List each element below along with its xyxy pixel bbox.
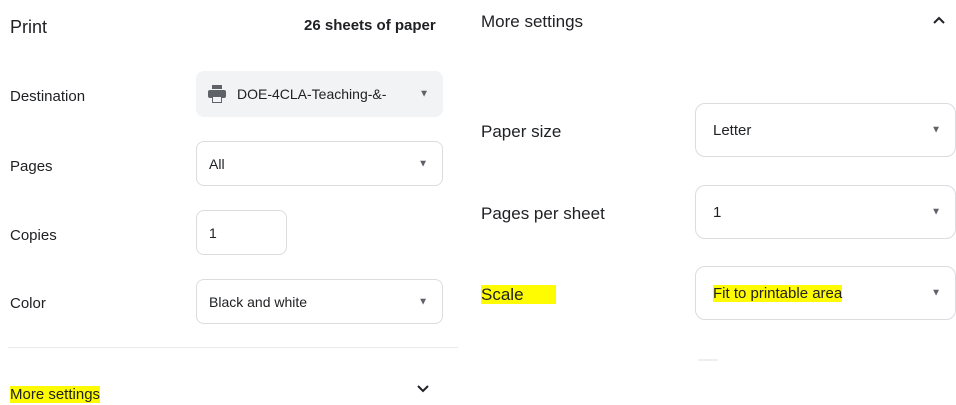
destination-label: Destination: [10, 88, 86, 105]
sheet-count: 26 sheets of paper: [304, 17, 436, 34]
more-settings-toggle[interactable]: More settings: [10, 386, 101, 403]
printer-icon: [207, 85, 227, 103]
scale-value-wrap: Fit to printable area: [696, 284, 843, 302]
caret-down-icon: ▼: [419, 88, 429, 100]
partial-divider: [698, 359, 718, 361]
more-settings-title: More settings: [481, 12, 584, 31]
scale-label: Scale: [481, 285, 556, 305]
copies-value: 1: [209, 224, 217, 241]
caret-down-icon: ▼: [931, 124, 941, 136]
pages-per-sheet-label: Pages per sheet: [481, 204, 605, 223]
divider: [8, 347, 458, 348]
scale-select[interactable]: Fit to printable area ▼: [695, 266, 956, 320]
pages-label: Pages: [10, 158, 53, 175]
copies-label: Copies: [10, 227, 57, 244]
chevron-up-icon[interactable]: [932, 12, 946, 30]
paper-size-value: Letter: [713, 121, 752, 139]
copies-input[interactable]: 1: [196, 210, 287, 255]
scale-label-text: Scale: [481, 285, 556, 304]
color-label: Color: [10, 295, 46, 312]
scale-value: Fit to printable area: [713, 284, 843, 302]
destination-select[interactable]: DOE-4CLA-Teaching-&- ▼: [196, 71, 443, 117]
more-settings-label: More settings: [10, 386, 101, 403]
caret-down-icon: ▼: [931, 287, 941, 299]
pages-select[interactable]: All ▼: [196, 141, 443, 186]
destination-value: DOE-4CLA-Teaching-&-: [237, 86, 387, 102]
dialog-title: Print: [10, 17, 48, 37]
caret-down-icon: ▼: [418, 158, 428, 169]
color-select[interactable]: Black and white ▼: [196, 279, 443, 324]
caret-down-icon: ▼: [418, 296, 428, 307]
chevron-down-icon[interactable]: [416, 381, 430, 399]
paper-size-label: Paper size: [481, 122, 562, 141]
paper-size-select[interactable]: Letter ▼: [695, 103, 956, 157]
pages-per-sheet-select[interactable]: 1 ▼: [695, 185, 956, 239]
pages-per-sheet-value: 1: [713, 203, 722, 221]
pages-value: All: [209, 155, 225, 172]
caret-down-icon: ▼: [931, 206, 941, 218]
color-value: Black and white: [209, 293, 308, 310]
